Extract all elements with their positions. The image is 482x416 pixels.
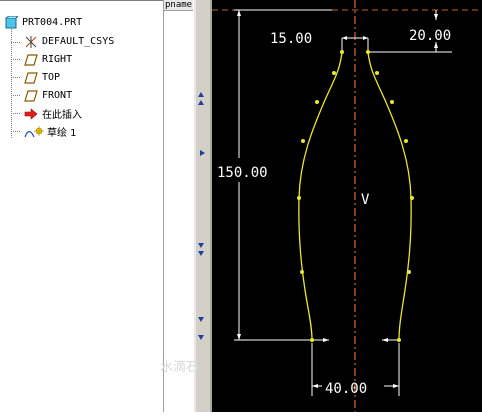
tree-item-label: PRT004.PRT bbox=[22, 17, 83, 28]
tree-item-right[interactable]: RIGHT bbox=[24, 51, 72, 68]
scroll-down-icon bbox=[198, 243, 204, 248]
tree-item-sketch[interactable]: 草绘 1 bbox=[24, 123, 77, 140]
dimension-arrow bbox=[237, 10, 241, 16]
tree-item-default-csys[interactable]: DEFAULT_CSYS bbox=[24, 33, 114, 50]
dimension-arrow bbox=[434, 14, 438, 20]
dimension-top-width: 15.00 bbox=[270, 31, 312, 47]
tree-item-label: DEFAULT_CSYS bbox=[42, 36, 115, 47]
scroll-down-icon bbox=[198, 251, 204, 256]
tree-item-label: RIGHT bbox=[42, 54, 73, 65]
model-tree: PRT004.PRT DEFAULT_CSYS RIGHT TOP FRONT … bbox=[0, 0, 163, 412]
profile-right bbox=[367, 51, 412, 341]
dimension-top-offset: 20.00 bbox=[409, 28, 451, 44]
dimension-arrow bbox=[323, 338, 329, 342]
profile-left bbox=[298, 51, 343, 341]
tree-connector bbox=[11, 131, 20, 132]
tree-connector bbox=[11, 113, 20, 114]
dimension-arrow bbox=[237, 334, 241, 340]
tree-item-label: TOP bbox=[42, 72, 61, 83]
scroll-up-icon bbox=[198, 100, 204, 105]
dimension-arrow bbox=[312, 384, 318, 388]
datum-plane-icon bbox=[24, 53, 38, 66]
dimension-bottom-width: 40.00 bbox=[325, 381, 367, 397]
tree-connector bbox=[11, 42, 20, 43]
datum-plane-icon bbox=[24, 71, 38, 84]
dimension-arrow bbox=[342, 36, 347, 40]
sketch-canvas[interactable]: 15.00 20.00 150.00 40.00 V bbox=[212, 0, 482, 412]
panel-splitter[interactable] bbox=[193, 0, 212, 412]
sketch-drawing: 15.00 20.00 150.00 40.00 V bbox=[212, 0, 482, 412]
tree-item-label: FRONT bbox=[42, 90, 73, 101]
tree-connector bbox=[11, 77, 20, 78]
symmetry-constraint-label: V bbox=[361, 192, 370, 208]
dimension-arrow bbox=[382, 338, 388, 342]
watermark: 水滴石 bbox=[160, 360, 200, 375]
expand-right-icon bbox=[200, 150, 205, 156]
scroll-down-icon bbox=[198, 335, 204, 340]
splitter-graphics bbox=[194, 0, 212, 412]
sketch-icon bbox=[24, 125, 44, 137]
csys-icon bbox=[25, 35, 37, 48]
tree-connector bbox=[11, 59, 20, 60]
tree-item-front[interactable]: FRONT bbox=[24, 87, 72, 104]
tree-item-top[interactable]: TOP bbox=[24, 69, 60, 86]
column-header[interactable]: pname bbox=[164, 0, 193, 11]
tree-connector bbox=[11, 95, 20, 96]
part-icon bbox=[5, 16, 18, 29]
tree-item-insert-here[interactable]: 在此插入 bbox=[24, 105, 82, 122]
column-panel: pname bbox=[163, 0, 193, 412]
tree-item-label: 草绘 1 bbox=[47, 128, 77, 139]
tree-item-label: 在此插入 bbox=[42, 110, 82, 121]
insert-arrow-icon bbox=[24, 107, 38, 120]
dimension-height: 150.00 bbox=[217, 165, 268, 181]
dimension-arrow bbox=[363, 36, 368, 40]
tree-item-root[interactable]: PRT004.PRT bbox=[5, 14, 82, 31]
datum-plane-icon bbox=[24, 89, 38, 102]
scroll-down-icon bbox=[198, 317, 204, 322]
scroll-up-icon bbox=[198, 92, 204, 97]
dimension-arrow bbox=[393, 384, 399, 388]
